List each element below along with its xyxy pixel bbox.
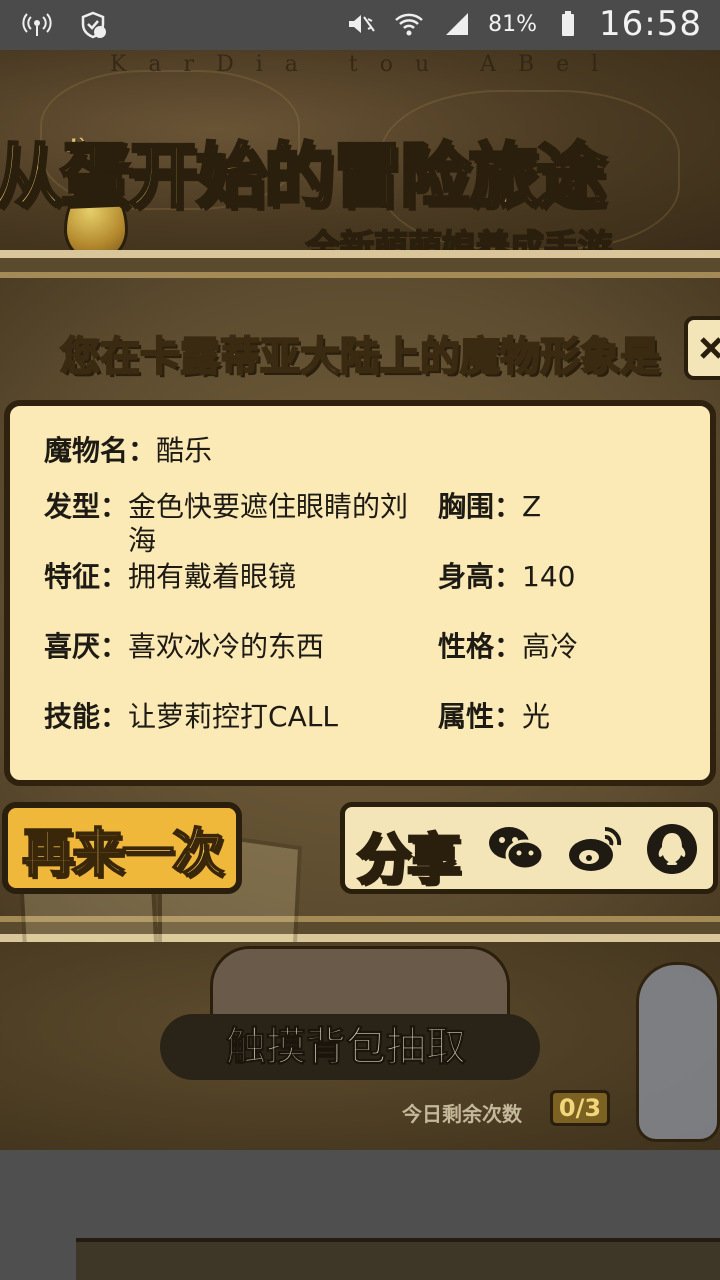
field-personality: 性格：高冷 xyxy=(438,630,579,663)
field-height: 身高：140 xyxy=(438,560,576,593)
close-icon xyxy=(700,337,720,359)
field-attribute: 属性：光 xyxy=(438,700,551,733)
event-banner: KarDia tou ABel dàn 从蛋开始的冒险旅途 全新萌萌娘养成手游 … xyxy=(0,50,720,250)
banner-title: 从蛋开始的冒险旅途 xyxy=(0,134,608,219)
dialog-title: 您在卡露蒂亚大陆上的魔物形象是 xyxy=(59,333,661,381)
share-bar: 分享 xyxy=(340,802,718,894)
remaining-count: 0/3 xyxy=(550,1090,610,1126)
remaining-label: 今日剩余次数 xyxy=(402,1102,522,1126)
field-hairstyle: 发型： 金色快要遮住眼睛的刘海 xyxy=(44,490,409,557)
status-bar: 81% 16:58 xyxy=(0,0,720,50)
battery-icon xyxy=(551,7,585,41)
share-label: 分享 xyxy=(356,827,463,893)
retry-button[interactable]: 再来一次 xyxy=(2,802,242,894)
monster-info-card: 魔物名：酷乐 发型： 金色快要遮住眼睛的刘海 胸围：Z 特征：拥有戴着眼镜 身高：… xyxy=(4,400,716,786)
field-bust: 胸围：Z xyxy=(438,490,542,523)
footer-area xyxy=(0,1150,720,1280)
field-feature: 特征：拥有戴着眼镜 xyxy=(44,560,297,593)
qq-share-button[interactable] xyxy=(641,821,703,877)
weibo-icon xyxy=(569,826,622,871)
wechat-share-button[interactable] xyxy=(485,821,547,877)
wechat-icon xyxy=(489,827,545,871)
field-name: 魔物名：酷乐 xyxy=(44,434,213,467)
reservation-success-text: 预约成功! xyxy=(221,240,428,250)
hotspot-icon xyxy=(20,8,54,42)
close-button[interactable] xyxy=(684,316,720,380)
dialog-panel: 您在卡露蒂亚大陆上的魔物形象是 魔物名：酷乐 发型： 金色快要遮住眼睛的刘海 胸围… xyxy=(0,272,720,1041)
battery-percent: 81% xyxy=(488,11,538,37)
chibi-character xyxy=(636,962,720,1142)
retry-label: 再来一次 xyxy=(21,823,225,885)
draw-area: 触摸背包抽取 今日剩余次数 0/3 xyxy=(0,942,720,1150)
result-dialog: 您在卡露蒂亚大陆上的魔物形象是 魔物名：酷乐 发型： 金色快要遮住眼睛的刘海 胸围… xyxy=(0,250,720,1041)
touch-backpack-prompt: 触摸背包抽取 xyxy=(226,1024,467,1071)
wifi-icon xyxy=(392,7,426,41)
mute-icon xyxy=(344,7,378,41)
weibo-share-button[interactable] xyxy=(565,821,627,877)
signal-icon xyxy=(440,7,474,41)
field-skill: 技能：让萝莉控打CALL xyxy=(44,700,338,733)
qq-icon xyxy=(647,824,697,874)
clock: 16:58 xyxy=(599,4,702,44)
banner-subtitle: KarDia tou ABel xyxy=(110,52,621,77)
wooden-plank xyxy=(76,1238,720,1280)
field-likes: 喜厌：喜欢冰冷的东西 xyxy=(44,630,325,663)
security-shield-icon xyxy=(76,8,110,42)
